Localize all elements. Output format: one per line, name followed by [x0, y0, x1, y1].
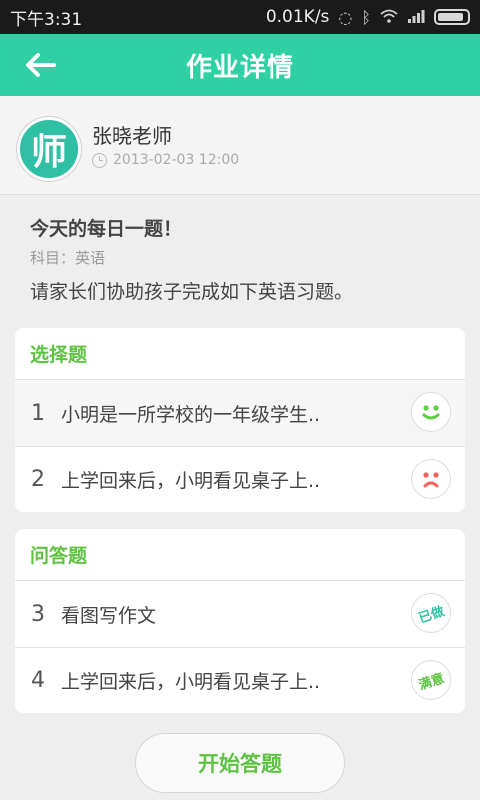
section-card-choice: 选择题 1 小明是一所学校的一年级学生.. 2 上学回来后，小明看见桌子上..	[15, 328, 465, 512]
homework-description: 请家长们协助孩子完成如下英语习题。	[30, 281, 354, 303]
question-text: 小明是一所学校的一年级学生..	[61, 403, 321, 426]
clock-icon	[92, 152, 107, 168]
smile-face-icon	[411, 392, 451, 432]
done-stamp-label: 已做	[416, 603, 447, 627]
question-number: 1	[31, 400, 45, 426]
battery-icon	[434, 9, 470, 25]
question-number: 2	[31, 467, 45, 492]
done-stamp: 已做	[411, 593, 451, 633]
wifi-icon	[380, 8, 398, 27]
status-icons: 0.01K/s ◌ ᛒ	[266, 7, 470, 27]
satisfied-stamp-label: 满意	[416, 670, 447, 694]
bottom-bar: 开始答题	[0, 720, 480, 800]
question-row[interactable]: 4 上学回来后，小明看见桌子上.. 满意	[15, 647, 465, 713]
post-time-text: 2013-02-03 12:00	[113, 152, 240, 168]
signal-icon	[407, 8, 425, 27]
homework-info: 今天的每日一题！ 科目：英语 请家长们协助孩子完成如下英语习题。	[30, 214, 460, 304]
teacher-info: 师 张晓老师 2013-02-03 12:00	[0, 96, 480, 195]
network-speed: 0.01K/s	[265, 7, 330, 27]
homework-subject: 科目：英语	[30, 249, 106, 267]
sync-icon: ◌	[338, 7, 353, 27]
homework-title: 今天的每日一题！	[30, 218, 183, 240]
back-button[interactable]	[20, 48, 60, 82]
post-time: 2013-02-03 12:00	[92, 152, 239, 168]
teacher-name: 张晓老师	[92, 124, 172, 148]
question-number: 3	[31, 601, 45, 627]
satisfied-stamp: 满意	[411, 660, 451, 700]
question-text: 上学回来后，小明看见桌子上..	[61, 671, 321, 693]
question-number: 4	[31, 668, 45, 693]
bluetooth-icon: ᛒ	[361, 7, 371, 27]
question-text: 上学回来后，小明看见桌子上..	[61, 470, 321, 492]
arrow-left-icon	[26, 53, 56, 77]
section-card-qa: 问答题 3 看图写作文 已做 4 上学回来后，小明看见桌子上.. 满意	[15, 529, 465, 713]
section-title: 选择题	[15, 328, 465, 380]
title-bar: 作业详情	[0, 34, 480, 96]
question-text: 看图写作文	[61, 604, 157, 627]
question-row[interactable]: 1 小明是一所学校的一年级学生..	[15, 380, 465, 446]
status-time: 下午3:31	[10, 9, 83, 30]
start-answer-button[interactable]: 开始答题	[135, 733, 345, 793]
section-title: 问答题	[15, 529, 465, 581]
question-row[interactable]: 2 上学回来后，小明看见桌子上..	[15, 446, 465, 512]
page-title: 作业详情	[185, 52, 294, 83]
teacher-avatar: 师	[17, 117, 81, 181]
question-row[interactable]: 3 看图写作文 已做	[15, 581, 465, 647]
sad-face-icon	[411, 459, 451, 499]
status-bar: 下午3:31 0.01K/s ◌ ᛒ	[0, 0, 480, 34]
